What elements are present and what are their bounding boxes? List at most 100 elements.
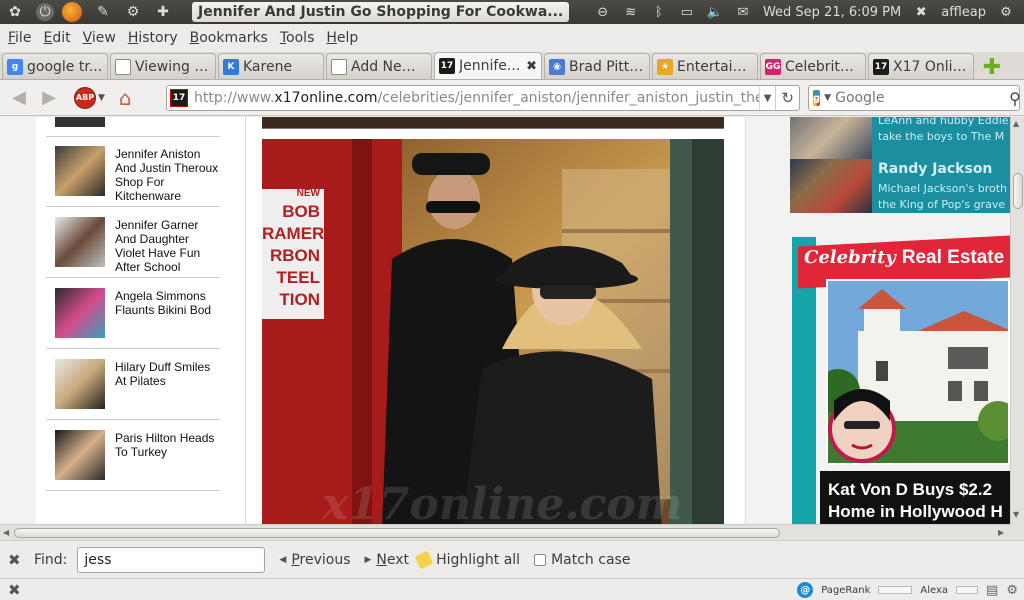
real-estate-banner-text: Celebrity Real Estate <box>804 247 1010 269</box>
scroll-up-arrow-icon[interactable]: ▲ <box>1013 119 1019 128</box>
minimize-circle-icon[interactable]: ⊖ <box>595 5 611 20</box>
menu-tools[interactable]: Tools <box>274 30 321 46</box>
text-editor-launcher-icon[interactable]: ✎ <box>92 2 114 22</box>
tab-8[interactable]: 17 X17 Onlin... <box>868 53 974 79</box>
clock[interactable]: Wed Sep 21, 6:09 PM <box>763 5 901 20</box>
store-sign-line: TION <box>279 290 320 309</box>
google-engine-icon[interactable]: g <box>813 90 821 106</box>
menu-view[interactable]: View <box>77 30 122 46</box>
tab-bar: g google tr... Viewing L... K Karene Add New … <box>0 52 1024 80</box>
url-bar[interactable]: 17 http://www.x17online.com/celebrities/… <box>166 85 800 111</box>
system-panel: ✿ ⏻ ✎ ⚙ ✚ Jennifer And Justin Go Shoppin… <box>0 0 1024 24</box>
thumbnail-image[interactable] <box>55 146 105 196</box>
ubuntu-logo-icon[interactable]: ✿ <box>4 2 26 22</box>
magnifier-icon[interactable]: ⚲ <box>1009 89 1021 108</box>
list-item-title[interactable]: Paris Hilton Heads To Turkey <box>115 431 219 459</box>
find-input[interactable] <box>77 546 266 573</box>
find-close-icon[interactable]: ✖ <box>8 551 24 569</box>
home-icon[interactable]: ⌂ <box>119 86 132 110</box>
highlight-all-button[interactable]: Highlight all <box>414 550 520 569</box>
user-name[interactable]: affleap <box>941 5 986 20</box>
bluetooth-icon[interactable]: ᛒ <box>651 5 667 20</box>
power-icon[interactable]: ⏻ <box>36 3 54 21</box>
vertical-scrollbar[interactable]: ▲ ▼ <box>1010 117 1024 524</box>
scrollbar-corner <box>1010 524 1024 540</box>
scroll-down-arrow-icon[interactable]: ▼ <box>1013 510 1019 519</box>
list-item-title[interactable]: Jennifer Garner And Daughter Violet Have… <box>115 218 219 274</box>
volume-icon[interactable]: 🔈 <box>707 5 723 20</box>
news-title[interactable]: Randy Jackson <box>878 161 992 177</box>
tab-4[interactable]: 17 Jennife... ✖ <box>434 52 542 79</box>
list-item-title[interactable]: Jennifer Aniston And Justin Theroux Shop… <box>115 147 219 203</box>
list-item-title[interactable]: Angela Simmons Flaunts Bikini Bod <box>115 289 219 317</box>
thumbnail-image[interactable] <box>55 217 105 267</box>
url-history-dropdown-icon[interactable]: ▼ <box>758 86 776 110</box>
list-item[interactable]: Hilary Duff Smiles At Pilates <box>46 350 220 420</box>
store-sign-line: RBON <box>269 246 320 265</box>
vertical-scroll-thumb[interactable] <box>1013 173 1023 209</box>
menu-help[interactable]: Help <box>320 30 364 46</box>
horizontal-scroll-thumb[interactable] <box>14 528 780 538</box>
tab-label: Celebrity ... <box>785 58 861 75</box>
settings-launcher-icon[interactable]: ⚙ <box>122 2 144 22</box>
firefox-launcher-icon[interactable] <box>62 2 82 22</box>
session-gear-icon[interactable]: ⚙ <box>998 5 1014 20</box>
find-previous-button[interactable]: ◀ Previous <box>279 552 350 568</box>
status-close-icon[interactable]: ✖ <box>8 581 21 599</box>
list-item-title[interactable]: Hilary Duff Smiles At Pilates <box>115 360 219 388</box>
pagerank-icon[interactable]: @ <box>797 582 814 598</box>
search-input[interactable] <box>835 90 1010 106</box>
tab-2[interactable]: K Karene <box>218 53 324 79</box>
thumbnail-image[interactable] <box>55 288 105 338</box>
back-arrow-icon[interactable]: ◀ <box>6 85 32 111</box>
news-item-leann[interactable]: LeAnn and hubby Eddie take the boys to T… <box>790 117 1010 159</box>
article-photo[interactable]: x17online.com NEW BOB RAMER RBON TEEL TION <box>262 139 724 524</box>
user-status-icon[interactable]: ✖ <box>913 5 929 20</box>
celebrity-real-estate-widget[interactable]: Celebrity Real Estate Kat Von D Buys $2.… <box>780 235 1010 524</box>
house-photo[interactable] <box>826 279 1010 465</box>
tab-0[interactable]: g google tr... <box>2 53 108 79</box>
clipboard-icon[interactable]: ▤ <box>986 583 998 598</box>
match-case-checkbox[interactable]: Match case <box>534 552 630 568</box>
news-item-randy-jackson[interactable]: Randy Jackson Michael Jackson's broth th… <box>790 159 1010 213</box>
list-item[interactable]: Paris Hilton Heads To Turkey <box>46 421 220 491</box>
tab-3[interactable]: Add New ... <box>326 53 432 79</box>
list-item[interactable]: Jennifer Garner And Daughter Violet Have… <box>46 208 220 278</box>
checkbox-box[interactable] <box>534 553 547 566</box>
menu-history[interactable]: History <box>122 30 184 46</box>
battery-icon[interactable]: ▭ <box>679 5 695 20</box>
tab-close-icon[interactable]: ✖ <box>526 59 537 74</box>
scroll-right-arrow-icon[interactable]: ▶ <box>998 528 1004 537</box>
search-engine-dropdown-icon[interactable]: ▼ <box>824 93 831 103</box>
adblock-plus-icon[interactable]: ABP <box>74 86 96 109</box>
photo-illustration: x17online.com <box>262 139 724 524</box>
url-text[interactable]: http://www.x17online.com/celebrities/jen… <box>194 90 759 106</box>
navigation-toolbar: ◀ ▶ ABP ▼ ⌂ 17 http://www.x17online.com/… <box>0 80 1024 116</box>
list-item[interactable]: Jennifer Aniston And Justin Theroux Shop… <box>46 137 220 207</box>
puzzle-launcher-icon[interactable]: ✚ <box>152 2 174 22</box>
find-next-button[interactable]: ▶ Next <box>365 552 410 568</box>
thumbnail-image[interactable] <box>55 359 105 409</box>
wifi-icon[interactable]: ≋ <box>623 5 639 20</box>
forward-arrow-icon[interactable]: ▶ <box>36 85 62 111</box>
search-bar[interactable]: g ▼ ⚲ <box>808 85 1021 111</box>
new-tab-plus-icon[interactable]: ✚ <box>980 55 1004 80</box>
mail-icon[interactable]: ✉ <box>735 5 751 20</box>
menu-bookmarks[interactable]: Bookmarks <box>184 30 274 46</box>
menu-edit[interactable]: Edit <box>37 30 76 46</box>
photo-watermark: x17online.com <box>321 479 682 524</box>
thumbnail-image[interactable] <box>55 430 105 480</box>
horizontal-scrollbar[interactable]: ◀ ▶ <box>0 524 1010 540</box>
scroll-left-arrow-icon[interactable]: ◀ <box>3 528 9 537</box>
tab-1[interactable]: Viewing L... <box>110 53 216 79</box>
tab-5[interactable]: ◉ Brad Pitt ... <box>544 53 650 79</box>
real-estate-caption[interactable]: Kat Von D Buys $2.2 Home in Hollywood H <box>820 471 1010 524</box>
list-item[interactable]: Angela Simmons Flaunts Bikini Bod <box>46 279 220 349</box>
menu-file[interactable]: File <box>2 30 37 46</box>
page-icon <box>115 58 131 75</box>
tab-6[interactable]: ★ Entertain... <box>652 53 758 79</box>
adblock-dropdown-icon[interactable]: ▼ <box>98 93 105 103</box>
gear-icon[interactable]: ⚙ <box>1006 583 1018 598</box>
reload-icon[interactable]: ↻ <box>775 86 799 110</box>
tab-7[interactable]: GG Celebrity ... <box>760 53 866 79</box>
